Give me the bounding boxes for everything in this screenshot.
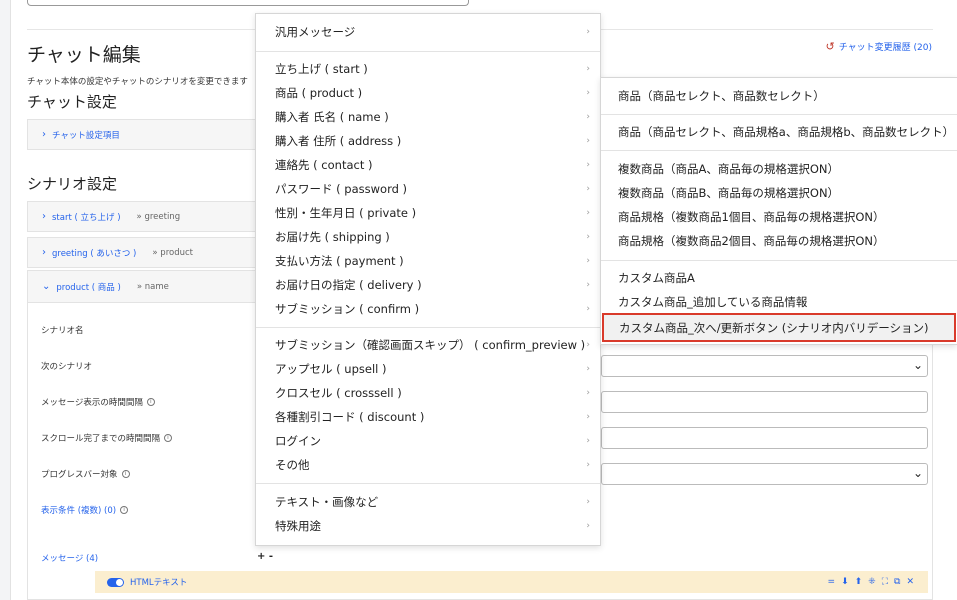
chevron-down-icon: ⌄: [912, 358, 923, 372]
chat-history-link[interactable]: ↺ チャット変更履歴 (20): [826, 40, 932, 53]
scenario-row-next: » greeting: [136, 211, 181, 222]
chat-settings-title: チャット設定: [27, 93, 117, 111]
chevron-right-icon: ›: [586, 280, 590, 290]
copy-icon[interactable]: ⧉: [894, 577, 900, 587]
scenario-type-menu: 汎用メッセージ › 立ち上げ ( start ) › 商品 ( product ) ›…: [255, 13, 601, 546]
messages-label[interactable]: メッセージ (4): [41, 552, 98, 564]
menu-item-confirm[interactable]: サブミッション ( confirm ) ›: [256, 297, 600, 321]
menu-item-start[interactable]: 立ち上げ ( start ) ›: [256, 57, 600, 81]
chevron-right-icon: ›: [42, 247, 46, 258]
menu-item-shipping[interactable]: お届け先 ( shipping ) ›: [256, 225, 600, 249]
menu-item-discount[interactable]: 各種割引コード ( discount ) ›: [256, 405, 600, 429]
submenu-item-multi-a[interactable]: 複数商品（商品A、商品毎の規格選択ON）: [601, 157, 957, 181]
menu-item-name[interactable]: 購入者 氏名 ( name ) ›: [256, 105, 600, 129]
next-scenario-select[interactable]: ⌄: [601, 355, 928, 377]
scenario-row-label: start ( 立ち上げ ): [52, 212, 121, 223]
menu-item-address[interactable]: 購入者 住所 ( address ) ›: [256, 129, 600, 153]
menu-item-special[interactable]: 特殊用途 ›: [256, 514, 600, 538]
submenu-item-multi-b[interactable]: 複数商品（商品B、商品毎の規格選択ON）: [601, 181, 957, 205]
reorder-icon[interactable]: =: [828, 577, 836, 587]
close-icon[interactable]: ✕: [906, 577, 914, 587]
collapse-icon[interactable]: ⁜: [868, 577, 876, 587]
move-up-icon[interactable]: ⬆: [855, 577, 863, 587]
chevron-right-icon: ›: [42, 129, 46, 140]
menu-item-private[interactable]: 性別・生年月日 ( private ) ›: [256, 201, 600, 225]
chat-description: チャット本体の設定やチャットのシナリオを変更できます: [27, 77, 248, 87]
add-remove-message[interactable]: + -: [257, 551, 273, 562]
menu-item-delivery[interactable]: お届け日の指定 ( delivery ) ›: [256, 273, 600, 297]
chevron-right-icon: ›: [586, 208, 590, 218]
page-title: チャット編集: [27, 44, 141, 66]
chevron-right-icon: ›: [586, 88, 590, 98]
menu-item-crosssell[interactable]: クロスセル ( crosssell ) ›: [256, 381, 600, 405]
submenu-item-product-variants[interactable]: 商品（商品セレクト、商品規格a、商品規格b、商品数セレクト）: [601, 120, 957, 144]
scenario-row-next: » product: [152, 247, 193, 258]
expand-icon[interactable]: ⛶: [882, 577, 888, 587]
info-icon[interactable]: i: [164, 434, 173, 442]
html-block-label: HTMLテキスト: [130, 578, 188, 588]
info-icon[interactable]: i: [120, 506, 129, 514]
chevron-right-icon: ›: [586, 27, 590, 37]
menu-item-generic[interactable]: 汎用メッセージ ›: [256, 20, 600, 44]
scroll-interval-label: スクロール完了までの時間間隔 i: [41, 432, 173, 444]
progress-target-label: プログレスバー対象 i: [41, 468, 130, 480]
menu-item-upsell[interactable]: アップセル ( upsell ) ›: [256, 357, 600, 381]
chevron-right-icon: ›: [586, 521, 590, 531]
submenu-item-spec-2[interactable]: 商品規格（複数商品2個目、商品毎の規格選択ON）: [601, 229, 957, 253]
chevron-right-icon: ›: [586, 497, 590, 507]
scenario-settings-title: シナリオ設定: [27, 175, 118, 193]
submenu-item-spec-1[interactable]: 商品規格（複数商品1個目、商品毎の規格選択ON）: [601, 205, 957, 229]
chevron-right-icon: ›: [586, 364, 590, 374]
chevron-right-icon: ›: [586, 340, 590, 350]
menu-item-payment[interactable]: 支払い方法 ( payment ) ›: [256, 249, 600, 273]
menu-item-other[interactable]: その他 ›: [256, 453, 600, 477]
product-submenu: 商品（商品セレクト、商品数セレクト） 商品（商品セレクト、商品規格a、商品規格b…: [600, 77, 957, 345]
chevron-right-icon: ›: [586, 412, 590, 422]
history-link-label: チャット変更履歴 (20): [838, 43, 932, 53]
block-toggle[interactable]: [107, 577, 124, 587]
submenu-item-custom-a[interactable]: カスタム商品A: [601, 266, 957, 290]
menu-item-product[interactable]: 商品 ( product ) ›: [256, 81, 600, 105]
menu-item-password[interactable]: パスワード ( password ) ›: [256, 177, 600, 201]
chevron-right-icon: ›: [586, 64, 590, 74]
chevron-right-icon: ›: [586, 232, 590, 242]
scenario-row-label: greeting ( あいさつ ): [52, 248, 137, 259]
chevron-right-icon: ›: [586, 304, 590, 314]
info-icon[interactable]: i: [146, 398, 155, 406]
submenu-item-custom-next-button[interactable]: カスタム商品_次へ/更新ボタン (シナリオ内バリデーション): [602, 313, 956, 342]
scroll-interval-input[interactable]: [601, 427, 928, 449]
info-icon[interactable]: i: [121, 470, 130, 478]
menu-item-contact[interactable]: 連絡先 ( contact ) ›: [256, 153, 600, 177]
menu-item-text-image[interactable]: テキスト・画像など ›: [256, 490, 600, 514]
chevron-down-icon: ⌄: [42, 281, 51, 292]
scenario-row-next: » name: [136, 281, 169, 292]
scenario-name-label: シナリオ名: [41, 326, 84, 336]
chat-settings-item-label: チャット設定項目: [52, 130, 120, 141]
history-icon: ↺: [825, 40, 835, 53]
chevron-right-icon: ›: [586, 112, 590, 122]
next-scenario-label: 次のシナリオ: [41, 362, 93, 372]
chevron-right-icon: ›: [586, 460, 590, 470]
submenu-item-product-basic[interactable]: 商品（商品セレクト、商品数セレクト）: [601, 84, 957, 108]
textarea-bottom[interactable]: [27, 0, 469, 6]
chevron-down-icon: ⌄: [912, 466, 923, 480]
menu-item-confirm-preview[interactable]: サブミッション（確認画面スキップ） ( confirm_preview ) ›: [256, 333, 600, 357]
scenario-row-label: product ( 商品 ): [56, 282, 121, 293]
chevron-right-icon: ›: [586, 136, 590, 146]
display-condition-label[interactable]: 表示条件 (複数) (0) i: [41, 504, 129, 516]
move-down-icon[interactable]: ⬇: [841, 577, 849, 587]
message-interval-input[interactable]: [601, 391, 928, 413]
submenu-item-custom-info[interactable]: カスタム商品_追加している商品情報: [601, 290, 957, 314]
message-interval-label: メッセージ表示の時間間隔 i: [41, 396, 155, 408]
chevron-right-icon: ›: [586, 388, 590, 398]
chevron-right-icon: ›: [42, 211, 46, 222]
chevron-right-icon: ›: [586, 256, 590, 266]
html-text-block[interactable]: HTMLテキスト = ⬇ ⬆ ⁜ ⛶ ⧉ ✕: [95, 571, 928, 593]
chevron-right-icon: ›: [586, 160, 590, 170]
progress-target-select[interactable]: ⌄: [601, 463, 928, 485]
chevron-right-icon: ›: [586, 436, 590, 446]
chevron-right-icon: ›: [586, 184, 590, 194]
menu-item-login[interactable]: ログイン ›: [256, 429, 600, 453]
